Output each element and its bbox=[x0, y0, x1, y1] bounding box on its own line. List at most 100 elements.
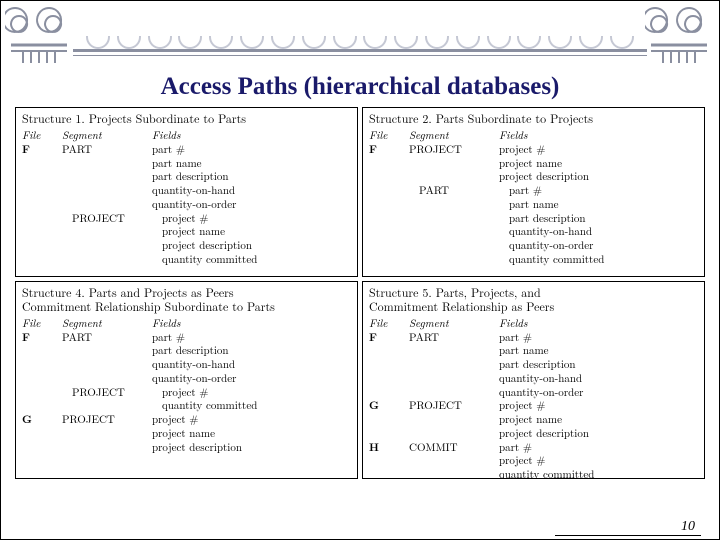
fields-cell: project #quantity committed bbox=[152, 386, 353, 414]
file-cell: H bbox=[369, 441, 409, 479]
file-cell: F bbox=[22, 143, 62, 212]
field-item: part # bbox=[152, 143, 353, 157]
field-item: part description bbox=[499, 212, 700, 226]
field-item: part # bbox=[499, 184, 700, 198]
column-header: Fields bbox=[499, 316, 700, 331]
ionic-column-left-icon bbox=[5, 7, 75, 63]
segment-cell: PART bbox=[62, 143, 152, 212]
field-item: quantity-on-order bbox=[152, 198, 353, 212]
field-item: part # bbox=[499, 441, 700, 455]
field-item: part name bbox=[499, 198, 700, 212]
page-number: 10 bbox=[555, 519, 701, 536]
column-headers: FileSegmentFields bbox=[369, 128, 700, 143]
structure-2-panel: Structure 2. Parts Subordinate to Projec… bbox=[362, 107, 705, 277]
segment-row: FPARTpart #part namepart descriptionquan… bbox=[22, 143, 353, 212]
segment-row: FPROJECTproject #project nameproject des… bbox=[369, 143, 700, 184]
scallop-row-icon bbox=[86, 36, 634, 48]
slide-title: Access Paths (hierarchical databases) bbox=[1, 73, 719, 101]
field-item: project description bbox=[499, 427, 700, 441]
field-item: project # bbox=[152, 212, 353, 226]
field-item: part description bbox=[152, 344, 353, 358]
field-item: quantity committed bbox=[152, 253, 353, 267]
field-item: quantity committed bbox=[152, 399, 353, 413]
column-header: File bbox=[369, 316, 409, 331]
ionic-column-right-icon bbox=[645, 7, 715, 63]
field-item: part description bbox=[499, 358, 700, 372]
header-rule-thin bbox=[73, 55, 647, 56]
field-item: quantity-on-hand bbox=[499, 372, 700, 386]
fields-cell: part #part namepart descriptionquantity-… bbox=[499, 331, 700, 400]
field-item: part description bbox=[152, 170, 353, 184]
file-cell: F bbox=[369, 331, 409, 400]
header-rule-thick bbox=[73, 49, 647, 52]
field-item: project name bbox=[499, 157, 700, 171]
fields-cell: project #project nameproject description bbox=[152, 413, 353, 454]
field-item: project # bbox=[499, 454, 700, 468]
field-item: quantity-on-order bbox=[152, 372, 353, 386]
segment-cell: PROJECT bbox=[62, 386, 152, 414]
segment-row: HCOMMITpart #project #quantity committed bbox=[369, 441, 700, 479]
field-item: quantity committed bbox=[499, 253, 700, 267]
segment-row: FPARTpart #part descriptionquantity-on-h… bbox=[22, 331, 353, 386]
field-item: project # bbox=[499, 399, 700, 413]
segment-cell: PROJECT bbox=[62, 212, 152, 267]
segment-row: GPROJECTproject #project nameproject des… bbox=[22, 413, 353, 454]
file-cell bbox=[22, 386, 62, 414]
file-cell: F bbox=[369, 143, 409, 184]
file-cell bbox=[369, 184, 409, 267]
column-headers: FileSegmentFields bbox=[22, 316, 353, 331]
column-header: File bbox=[369, 128, 409, 143]
decorative-header bbox=[1, 1, 719, 63]
fields-cell: project #project nameproject description bbox=[499, 143, 700, 184]
field-item: project name bbox=[499, 413, 700, 427]
column-header: Segment bbox=[409, 128, 499, 143]
segment-row: PROJECTproject #project nameproject desc… bbox=[22, 212, 353, 267]
field-item: quantity-on-hand bbox=[152, 358, 353, 372]
column-header: Fields bbox=[499, 128, 700, 143]
segment-cell: PART bbox=[409, 331, 499, 400]
column-header: File bbox=[22, 128, 62, 143]
structure-grid: Structure 1. Projects Subordinate to Par… bbox=[1, 107, 719, 479]
field-item: quantity-on-order bbox=[499, 239, 700, 253]
file-cell: G bbox=[22, 413, 62, 454]
fields-cell: part #part namepart descriptionquantity-… bbox=[152, 143, 353, 212]
field-item: quantity committed bbox=[499, 468, 700, 479]
structure-1-panel: Structure 1. Projects Subordinate to Par… bbox=[15, 107, 358, 277]
slide: Access Paths (hierarchical databases) St… bbox=[0, 0, 720, 540]
segment-row: PARTpart #part namepart descriptionquant… bbox=[369, 184, 700, 267]
fields-cell: project #project nameproject description… bbox=[152, 212, 353, 267]
segment-cell: PART bbox=[62, 331, 152, 386]
fields-cell: project #project nameproject description bbox=[499, 399, 700, 440]
field-item: project # bbox=[152, 386, 353, 400]
fields-cell: part #part descriptionquantity-on-handqu… bbox=[152, 331, 353, 386]
field-item: quantity-on-hand bbox=[499, 225, 700, 239]
file-cell: F bbox=[22, 331, 62, 386]
fields-cell: part #part namepart descriptionquantity-… bbox=[499, 184, 700, 267]
column-header: Fields bbox=[152, 128, 353, 143]
field-item: quantity-on-order bbox=[499, 386, 700, 400]
column-header: Segment bbox=[62, 128, 152, 143]
segment-cell: PROJECT bbox=[409, 143, 499, 184]
column-header: Segment bbox=[62, 316, 152, 331]
structure-caption: Structure 1. Projects Subordinate to Par… bbox=[22, 112, 353, 126]
field-item: part # bbox=[499, 331, 700, 345]
field-item: part name bbox=[499, 344, 700, 358]
segment-row: GPROJECTproject #project nameproject des… bbox=[369, 399, 700, 440]
fields-cell: part #project #quantity committed bbox=[499, 441, 700, 479]
column-header: Segment bbox=[409, 316, 499, 331]
file-cell bbox=[22, 212, 62, 267]
segment-cell: PROJECT bbox=[409, 399, 499, 440]
segment-cell: COMMIT bbox=[409, 441, 499, 479]
field-item: project description bbox=[152, 441, 353, 455]
structure-5-panel: Structure 5. Parts, Projects, and Commit… bbox=[362, 281, 705, 479]
field-item: part name bbox=[152, 157, 353, 171]
field-item: project description bbox=[152, 239, 353, 253]
column-header: File bbox=[22, 316, 62, 331]
structure-caption: Structure 5. Parts, Projects, and Commit… bbox=[369, 286, 700, 314]
file-cell: G bbox=[369, 399, 409, 440]
segment-cell: PART bbox=[409, 184, 499, 267]
field-item: project # bbox=[152, 413, 353, 427]
field-item: project # bbox=[499, 143, 700, 157]
field-item: quantity-on-hand bbox=[152, 184, 353, 198]
field-item: project description bbox=[499, 170, 700, 184]
